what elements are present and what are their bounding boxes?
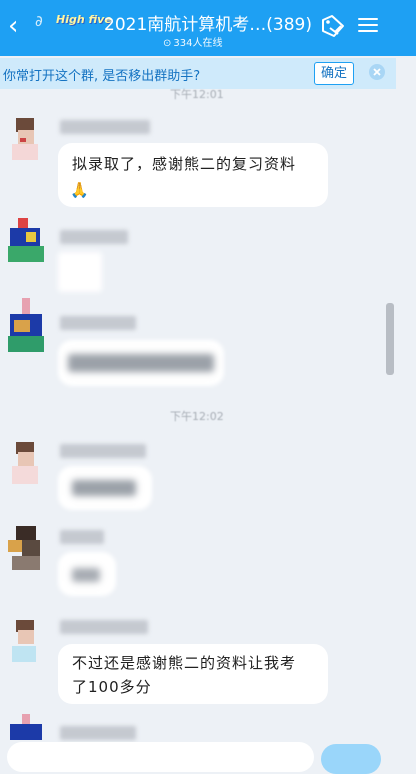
message-text: 拟录取了，感谢熊二的复习资料 [72,155,297,173]
group-assistant-icon[interactable] [318,12,348,42]
avatar[interactable] [8,442,46,486]
message-input[interactable] [7,742,314,772]
sender-name [60,620,148,634]
message-text: 了100多分 [72,678,152,696]
message-bubble[interactable] [58,552,116,596]
message-bubble[interactable] [58,252,102,292]
avatar[interactable] [8,118,46,162]
brand-mark-icon: ∂ [35,12,43,30]
sender-name [60,120,150,134]
online-icon: ⊙ [163,38,172,49]
avatar[interactable] [8,298,46,358]
menu-icon[interactable] [358,14,378,36]
avatar[interactable] [8,714,46,740]
message-bubble[interactable]: 不过还是感谢熊二的资料让我考 了100多分 [58,644,328,704]
send-button[interactable] [321,744,381,774]
avatar[interactable] [8,218,46,270]
message-bubble[interactable] [58,466,152,510]
sender-name [60,444,146,458]
confirm-button[interactable]: 确定 [314,62,354,85]
sender-name [60,230,128,244]
sender-name [60,530,104,544]
chat-header: ‹ ∂ High five 2021南航计算机考…(389) ⊙ 334人在线 [0,0,416,56]
timestamp: 下午12:01 [170,88,224,101]
close-icon[interactable] [369,64,385,80]
scrollbar[interactable] [386,303,394,375]
avatar[interactable] [8,620,46,664]
timestamp: 下午12:02 [170,410,224,423]
message-bubble[interactable] [58,340,224,386]
notice-text: 你常打开这个群, 是否移出群助手? [3,69,201,84]
praying-hands-icon: 🙏 [70,181,90,199]
message-bubble[interactable]: 拟录取了，感谢熊二的复习资料 🙏 [58,143,328,207]
sender-name [60,726,136,740]
online-count: ⊙ 334人在线 [163,34,222,49]
avatar[interactable] [8,526,46,574]
sender-name [60,316,136,330]
message-text: 不过还是感谢熊二的资料让我考 [72,654,297,672]
online-count-text: 334人在线 [173,38,223,49]
group-title[interactable]: 2021南航计算机考…(389) [104,10,312,35]
back-icon[interactable]: ‹ [8,13,28,40]
assistant-notice: 你常打开这个群, 是否移出群助手? 确定 [0,58,396,89]
